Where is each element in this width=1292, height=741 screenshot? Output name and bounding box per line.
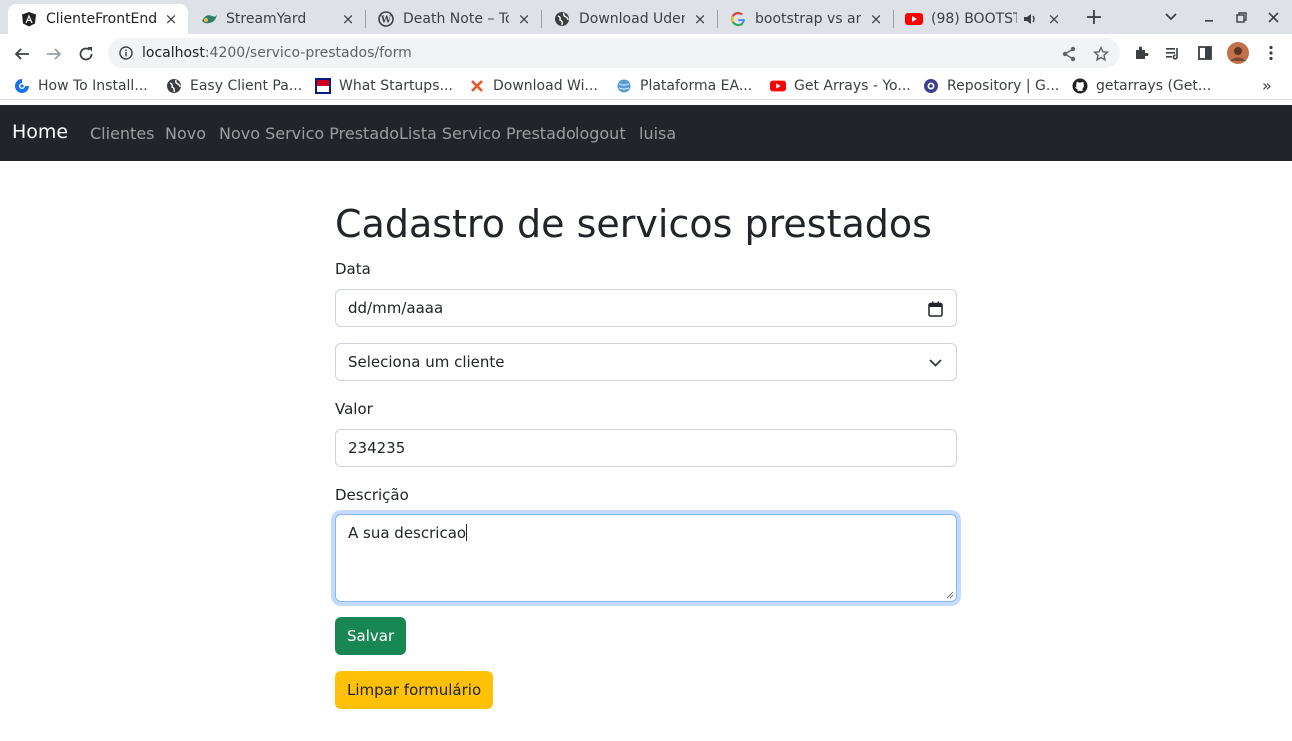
bookmark-label: Repository | G...: [947, 78, 1060, 94]
nav-link-user[interactable]: luisa: [639, 124, 676, 143]
valor-input-value: 234235: [348, 439, 406, 457]
tab-youtube-bootstrap[interactable]: (98) BOOTST ×: [893, 4, 1071, 34]
url-host: localhost: [142, 45, 205, 61]
bookmark-label: Get Arrays - Yo...: [794, 78, 911, 94]
minimize-icon[interactable]: [1199, 7, 1219, 27]
cliente-select-value: Seleciona um cliente: [348, 353, 505, 371]
cliente-select[interactable]: Seleciona um cliente: [335, 343, 957, 381]
tab-download-udemy[interactable]: Download Udem ×: [541, 4, 717, 34]
globe-icon: [553, 10, 571, 28]
tab-title: bootstrap vs ang: [755, 11, 861, 27]
speaker-icon[interactable]: [1021, 10, 1039, 28]
bookmark-icon: [14, 78, 30, 94]
youtube-icon: [770, 78, 786, 94]
star-icon[interactable]: [1092, 45, 1110, 63]
repo-icon: [923, 78, 939, 94]
bookmark-item[interactable]: Easy Client Pa...: [166, 76, 302, 96]
nav-link-lista-servico[interactable]: Lista Servico Prestado: [399, 124, 576, 143]
tab-death-note[interactable]: W Death Note – To ×: [365, 4, 541, 34]
limpar-formulario-button[interactable]: Limpar formulário: [335, 671, 494, 709]
site-info-icon[interactable]: [118, 45, 134, 61]
close-window-icon[interactable]: [1263, 7, 1283, 27]
url-path: :4200/servico-prestados/form: [204, 45, 412, 61]
nav-link-novo[interactable]: Novo: [165, 124, 206, 143]
angular-icon: [20, 10, 38, 28]
navbar-brand[interactable]: Home: [12, 121, 68, 143]
extensions-icon[interactable]: [1131, 43, 1151, 63]
bookmark-item[interactable]: What Startups...: [315, 76, 453, 96]
menu-icon[interactable]: [1261, 43, 1281, 63]
app-navbar: Home Clientes Novo Novo Servico Prestado…: [0, 105, 1292, 161]
resize-handle-icon[interactable]: [946, 591, 954, 599]
nav-link-clientes[interactable]: Clientes: [90, 124, 155, 143]
descricao-label: Descrição: [335, 486, 409, 504]
close-icon[interactable]: ×: [162, 10, 180, 28]
share-icon[interactable]: [1060, 45, 1078, 63]
nav-link-novo-servico[interactable]: Novo Servico Prestado: [219, 124, 399, 143]
svg-text:W: W: [380, 16, 392, 26]
bookmark-label: Easy Client Pa...: [190, 78, 303, 94]
bookmark-item[interactable]: Repository | G...: [923, 76, 1059, 96]
bookmark-item[interactable]: How To Install...: [14, 76, 148, 96]
tab-title: Death Note – To: [403, 11, 509, 27]
descricao-textarea-value: A sua descricao: [348, 524, 467, 542]
tab-title: ClienteFrontEnd: [46, 11, 156, 27]
address-bar[interactable]: localhost:4200/servico-prestados/form: [108, 38, 1120, 68]
close-icon[interactable]: ×: [1045, 10, 1063, 28]
bookmark-item[interactable]: Plataforma EA...: [616, 76, 752, 96]
chevron-down-icon: [926, 354, 944, 372]
tab-title: StreamYard: [226, 11, 307, 27]
salvar-button[interactable]: Salvar: [335, 617, 407, 655]
descricao-textarea[interactable]: A sua descricao: [335, 514, 957, 602]
tab-title: (98) BOOTST: [931, 11, 1017, 27]
profile-avatar[interactable]: [1227, 42, 1249, 64]
close-icon[interactable]: ×: [515, 10, 533, 28]
bookmark-label: What Startups...: [339, 78, 453, 94]
data-label: Data: [335, 260, 371, 278]
new-tab-button[interactable]: +: [1083, 5, 1105, 30]
tab-clientefrontend[interactable]: ClienteFrontEnd ×: [8, 4, 188, 34]
back-icon[interactable]: [10, 42, 34, 66]
date-input-value: dd/mm/aaaa: [348, 299, 444, 317]
reading-list-icon[interactable]: [1163, 43, 1183, 63]
bookmarks-bar: How To Install... Easy Client Pa... What…: [0, 72, 1292, 100]
page-title: Cadastro de servicos prestados: [335, 202, 932, 246]
nav-link-logout[interactable]: logout: [575, 124, 626, 143]
text-caret: [466, 524, 468, 541]
reload-icon[interactable]: [74, 42, 98, 66]
bookmark-item[interactable]: getarrays (Get...: [1072, 76, 1211, 96]
google-icon: [729, 10, 747, 28]
restore-icon[interactable]: [1231, 7, 1251, 27]
github-icon: [1072, 78, 1088, 94]
browser-toolbar: localhost:4200/servico-prestados/form: [0, 34, 1292, 72]
forward-icon[interactable]: [42, 42, 66, 66]
globe-icon: [166, 78, 182, 94]
side-panel-icon[interactable]: [1195, 43, 1215, 63]
bookmark-item[interactable]: Get Arrays - Yo...: [770, 76, 911, 96]
youtube-icon: [905, 10, 923, 28]
close-icon[interactable]: ×: [339, 10, 357, 28]
close-icon[interactable]: ×: [691, 10, 709, 28]
bookmark-label: getarrays (Get...: [1096, 78, 1212, 94]
globe-icon: [616, 78, 632, 94]
close-icon[interactable]: ×: [867, 10, 885, 28]
bookmark-label: Plataforma EA...: [640, 78, 753, 94]
valor-label: Valor: [335, 400, 373, 418]
bookmark-label: How To Install...: [38, 78, 148, 94]
tab-title: Download Udem: [579, 11, 685, 27]
wordpress-icon: W: [377, 10, 395, 28]
tab-search-icon[interactable]: [1161, 7, 1181, 27]
tab-streamyard[interactable]: StreamYard ×: [188, 4, 365, 34]
bookmark-item[interactable]: Download Wi...: [469, 76, 598, 96]
flag-icon: [315, 78, 331, 94]
date-input[interactable]: dd/mm/aaaa: [335, 289, 957, 327]
calendar-icon[interactable]: [926, 300, 944, 318]
x-logo-icon: [469, 78, 485, 94]
bookmarks-overflow-button[interactable]: »: [1262, 76, 1272, 95]
bookmark-label: Download Wi...: [493, 78, 598, 94]
valor-input[interactable]: 234235: [335, 429, 957, 467]
tab-bootstrap-vs-angular[interactable]: bootstrap vs ang ×: [717, 4, 893, 34]
tab-strip: ClienteFrontEnd × StreamYard × W Death N…: [0, 0, 1292, 34]
streamyard-icon: [200, 10, 218, 28]
